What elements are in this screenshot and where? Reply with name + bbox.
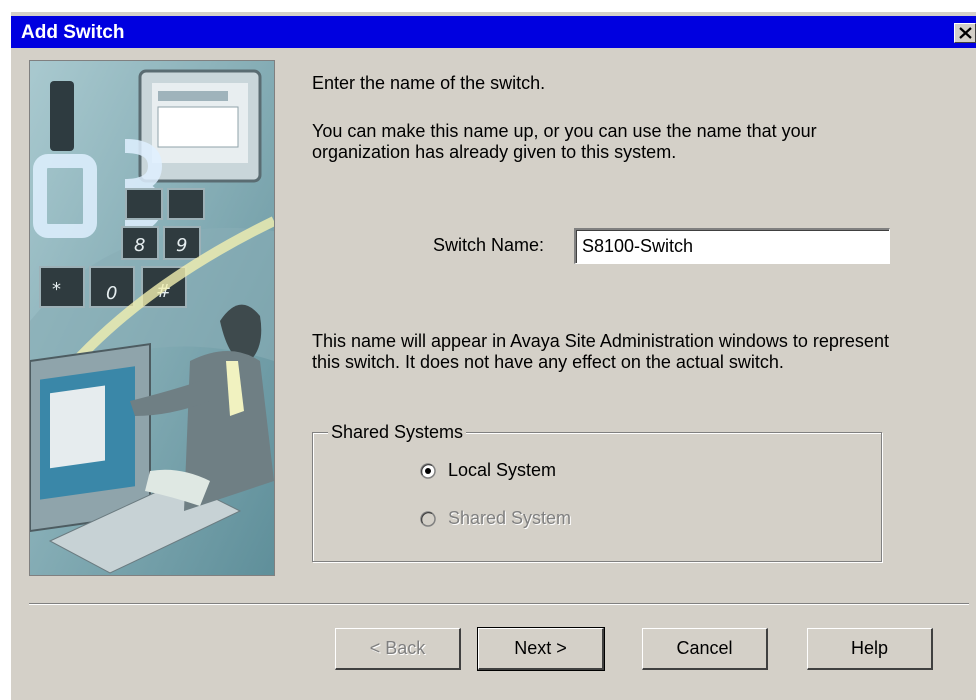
svg-text:0: 0 [106,283,117,304]
next-button[interactable]: Next > [477,627,605,671]
back-button[interactable]: < Back [335,628,461,670]
svg-text:9: 9 [176,235,187,256]
phone-and-computer-illustration: 89 * 0 # [30,61,274,575]
shared-system-label: Shared System [448,508,572,528]
shared-systems-legend: Shared Systems [328,422,467,443]
shared-system-radio[interactable]: Shared System [420,508,571,529]
switch-name-label: Switch Name: [433,235,545,255]
radio-selected-icon [420,462,436,479]
intro-line-2: You can make this name up, or you can us… [312,121,817,162]
title-bar: Add Switch [11,16,976,48]
svg-text:*: * [52,279,61,300]
cancel-button[interactable]: Cancel [642,628,768,670]
svg-text:8: 8 [134,235,145,256]
switch-name-note: This name will appear in Avaya Site Admi… [312,331,889,372]
local-system-label: Local System [448,460,557,480]
intro-line-1: Enter the name of the switch. [312,73,546,93]
switch-name-input[interactable] [574,228,890,264]
close-icon [959,27,972,39]
help-button[interactable]: Help [807,628,933,670]
radio-unselected-icon [420,510,436,527]
wizard-illustration: 89 * 0 # [29,60,275,576]
button-separator [29,603,969,605]
window-title: Add Switch [21,22,125,43]
local-system-radio[interactable]: Local System [420,460,556,481]
shared-systems-group [312,432,882,562]
close-button[interactable] [954,23,976,43]
